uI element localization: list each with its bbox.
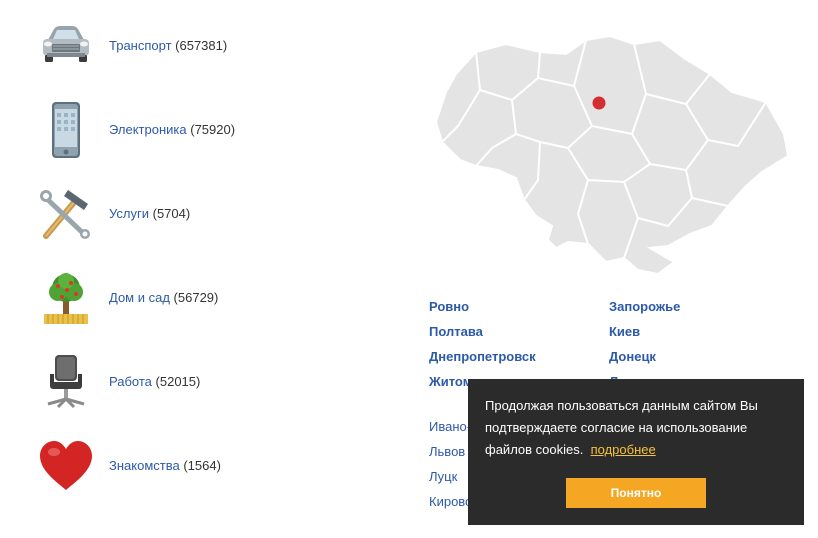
cookie-more-link[interactable]: подробнее <box>591 442 656 457</box>
tools-icon <box>40 190 90 239</box>
city-zaporozhye[interactable]: Запорожье <box>609 299 680 314</box>
category-services[interactable]: Услуги (5704) <box>38 186 358 248</box>
heart-icon <box>40 441 92 490</box>
category-dating[interactable]: Знакомства (1564) <box>38 438 358 500</box>
category-link[interactable]: Услуги <box>109 206 149 221</box>
cookie-banner: Продолжая пользоваться данным сайтом Вы … <box>468 379 804 525</box>
category-count: (5704) <box>152 206 191 221</box>
city-dnepropetrovsk[interactable]: Днепропетровск <box>429 349 536 364</box>
category-link[interactable]: Транспорт <box>109 38 172 53</box>
cookie-message: Продолжая пользоваться данным сайтом Вы … <box>485 395 790 461</box>
page: Транспорт (657381) Электроника (75920) У… <box>0 0 818 538</box>
category-link[interactable]: Работа <box>109 374 152 389</box>
category-work[interactable]: Работа (52015) <box>38 354 358 416</box>
category-link[interactable]: Дом и сад <box>109 290 170 305</box>
city-poltava[interactable]: Полтава <box>429 324 483 339</box>
category-count: (56729) <box>173 290 219 305</box>
car-icon <box>43 26 89 62</box>
tree-icon <box>44 273 88 324</box>
city-rovno[interactable]: Ровно <box>429 299 469 314</box>
smartphone-icon <box>52 102 80 158</box>
category-text: Услуги (5704) <box>109 186 190 242</box>
category-home-garden[interactable]: Дом и сад (56729) <box>38 270 358 332</box>
category-count: (1564) <box>183 458 221 473</box>
category-text: Знакомства (1564) <box>109 438 221 494</box>
city-small-lvov[interactable]: Львов <box>429 444 465 459</box>
city-donetsk[interactable]: Донецк <box>609 349 656 364</box>
category-transport[interactable]: Транспорт (657381) <box>38 18 358 80</box>
category-text: Электроника (75920) <box>109 102 235 158</box>
city-small-lutsk[interactable]: Луцк <box>429 469 457 484</box>
ukraine-map-icon[interactable] <box>428 30 794 280</box>
category-link[interactable]: Электроника <box>109 122 187 137</box>
city-kiev[interactable]: Киев <box>609 324 640 339</box>
category-electronics[interactable]: Электроника (75920) <box>38 102 358 164</box>
office-chair-icon <box>47 355 85 409</box>
category-text: Дом и сад (56729) <box>109 270 218 326</box>
category-count: (52015) <box>155 374 201 389</box>
location-marker[interactable] <box>592 96 606 110</box>
cookie-accept-button[interactable]: Понятно <box>566 478 706 508</box>
category-count: (657381) <box>175 38 228 53</box>
category-count: (75920) <box>190 122 236 137</box>
category-text: Работа (52015) <box>109 354 200 410</box>
category-link[interactable]: Знакомства <box>109 458 180 473</box>
category-text: Транспорт (657381) <box>109 18 227 74</box>
